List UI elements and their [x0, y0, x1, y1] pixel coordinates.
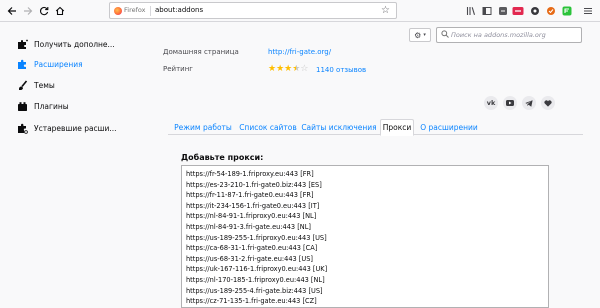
menu-button[interactable]	[582, 5, 593, 17]
proxy-heading: Добавьте прокси:	[181, 153, 264, 162]
extension-button-grey[interactable]	[497, 5, 508, 17]
sidebar-toggle-button[interactable]	[481, 5, 492, 17]
plugin-icon	[17, 101, 28, 112]
sidebar-item-get-addons[interactable]: Получить дополне...	[0, 35, 150, 55]
homepage-link[interactable]: http://fri-gate.org/	[268, 48, 331, 56]
back-button[interactable]	[4, 3, 20, 19]
reviews-link[interactable]: 1140 отзывов	[316, 66, 366, 74]
sidebar-item-themes[interactable]: Темы	[0, 76, 150, 96]
proxy-line: https://uk-167-116-1.friproxy0.eu:443 [U…	[186, 265, 328, 274]
heart-icon[interactable]	[541, 96, 555, 110]
sidebar-item-label: Получить дополне...	[34, 40, 115, 49]
adblock-icon	[512, 7, 524, 15]
proxy-line: https://us-189-255-4.fri-gate.biz:443 [U…	[186, 286, 323, 295]
bookmark-star-icon[interactable]: ☆	[381, 5, 390, 16]
url-separator	[150, 6, 151, 16]
puzzle-icon	[17, 59, 28, 70]
sidebar-item-extensions[interactable]: Расширения	[0, 55, 150, 75]
sidebar-item-label: Расширения	[34, 60, 83, 69]
search-icon	[441, 30, 449, 40]
url-text[interactable]: about:addons	[155, 6, 203, 14]
arrow-right-icon	[24, 7, 33, 15]
star-half-icon: ★	[292, 64, 301, 74]
extension-dark-icon	[530, 7, 539, 15]
star-full-icon: ★	[276, 64, 285, 74]
tab-proxy[interactable]: Прокси	[380, 119, 414, 136]
tools-menu-button[interactable]: ⚙ ▾	[409, 28, 431, 42]
vk-icon[interactable]: vk	[484, 96, 498, 110]
proxy-line: https://us-189-255-1.friproxy0.eu:443 [U…	[186, 233, 327, 242]
extension-button-dark[interactable]	[529, 5, 540, 17]
tab-exception-sites[interactable]: Сайты исключения	[300, 119, 378, 135]
extension-button-red[interactable]	[512, 5, 524, 17]
sidebar-icon	[482, 7, 491, 15]
gear-icon: ⚙	[414, 30, 422, 40]
brush-icon	[17, 80, 28, 91]
search-input[interactable]	[451, 29, 579, 41]
proxy-line: https://nl-84-91-1.friproxy0.eu:443 [NL]	[186, 212, 317, 221]
forward-button[interactable]	[20, 3, 36, 19]
proxy-list-textarea[interactable]: https://fr-54-189-1.friproxy.eu:443 [FR]…	[181, 165, 549, 308]
rating-label: Рейтинг	[163, 65, 193, 73]
sidebar-item-label: Устаревшие расши...	[34, 124, 117, 133]
youtube-icon[interactable]	[503, 96, 517, 110]
sidebar-item-plugins[interactable]: Плагины	[0, 97, 150, 117]
reload-icon	[39, 6, 49, 16]
sidebar-item-legacy-extensions[interactable]: Устаревшие расши...	[0, 119, 150, 139]
proxy-line: https://fr-11-87-1.fri-gate0.eu:443 [FR]	[186, 191, 314, 200]
firefox-logo-icon	[114, 7, 122, 15]
extension-button-orange[interactable]	[545, 5, 556, 17]
frigate-green-icon	[562, 6, 571, 16]
tab-work-mode[interactable]: Режим работы	[168, 119, 238, 135]
identity-label: Firefox	[124, 6, 146, 14]
proxy-line: https://us-68-31-2.fri-gate.eu:443 [US]	[186, 254, 313, 263]
proxy-line: https://es-23-210-1.fri-gate0.biz:443 [E…	[186, 180, 322, 189]
reload-button[interactable]	[36, 3, 52, 19]
star-full-icon: ★	[268, 64, 277, 74]
proxy-line: https://nl-170-185-1.friproxy0.eu:443 [N…	[186, 276, 325, 284]
arrow-left-icon	[7, 7, 16, 15]
homepage-label: Домашняя страница	[163, 48, 239, 56]
legacy-puzzle-icon	[17, 123, 28, 134]
library-icon	[466, 7, 475, 15]
extension-orange-icon	[546, 7, 555, 15]
chevron-down-icon: ▾	[423, 32, 426, 38]
hamburger-menu-icon	[583, 7, 592, 15]
addons-search-box[interactable]	[436, 27, 582, 43]
tab-site-list[interactable]: Список сайтов	[238, 119, 298, 135]
telegram-icon[interactable]	[522, 96, 536, 110]
url-bar[interactable]: Firefox about:addons ☆	[109, 2, 397, 19]
home-icon	[55, 6, 65, 16]
puzzle-dots-icon	[17, 39, 28, 50]
star-empty-icon: ☆	[300, 64, 309, 74]
addons-sidebar: Получить дополне... Расширения Темы Плаг…	[0, 23, 150, 308]
tab-about-extension[interactable]: О расширении	[418, 119, 480, 135]
proxy-line: https://ca-68-31-1.fri-gate0.eu:443 [CA]	[186, 244, 318, 253]
proxy-line: https://it-234-156-1.fri-gate0.eu:443 [I…	[186, 201, 320, 210]
library-button[interactable]	[465, 5, 476, 17]
sidebar-item-label: Плагины	[34, 102, 69, 111]
proxy-line: https://nl-84-91-3.fri-gate.eu:443 [NL]	[186, 223, 311, 231]
options-tabs: Режим работы Список сайтов Сайты исключе…	[168, 119, 583, 136]
addon-detail-pane: Домашняя страница http://fri-gate.org/ Р…	[150, 43, 600, 308]
browser-toolbar: Firefox about:addons ☆	[0, 0, 600, 22]
home-button[interactable]	[52, 3, 68, 19]
extension-grey-icon	[498, 7, 507, 15]
sidebar-item-label: Темы	[34, 81, 55, 90]
proxy-line: https://fr-54-189-1.friproxy.eu:443 [FR]	[186, 170, 314, 178]
rating-stars: ★ ★ ★ ★ ☆	[268, 65, 308, 74]
star-full-icon: ★	[284, 64, 293, 74]
frigate-extension-button[interactable]	[561, 5, 572, 17]
proxy-line: https://cz-71-135-1.fri-gate.eu:443 [CZ]	[186, 297, 317, 306]
